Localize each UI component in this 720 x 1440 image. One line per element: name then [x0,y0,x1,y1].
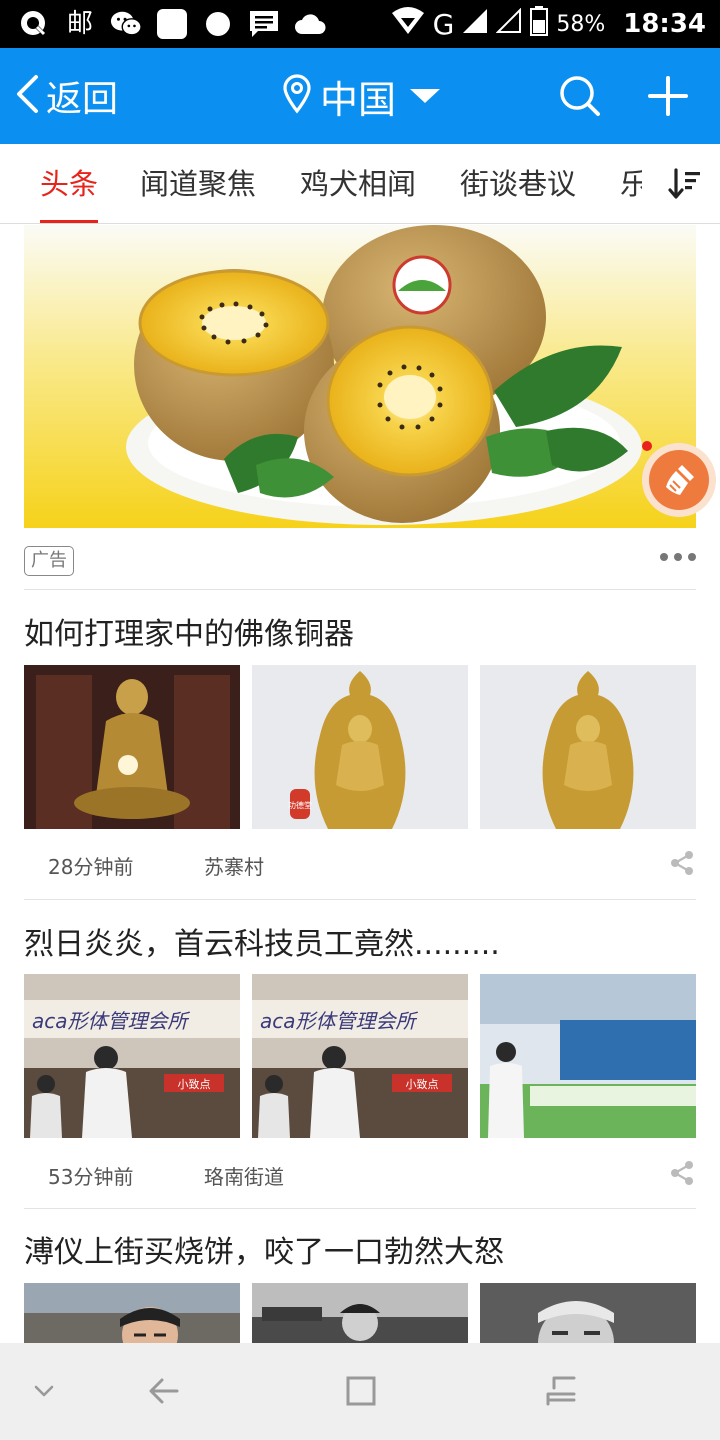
nav-back-button[interactable] [140,1367,188,1415]
q-app-icon [18,8,50,40]
kiwi-fruit-picture [24,225,696,528]
article-meta: 28分钟前 苏寨村 [24,843,696,883]
seal-text: 功德堂 [288,800,312,810]
sort-icon [668,168,700,199]
dot-icon [688,553,696,561]
hide-navbar-button[interactable] [20,1367,68,1415]
back-button[interactable]: 返回 [14,48,118,144]
chevron-left-icon [14,74,40,118]
tab-street-talk[interactable]: 街谈巷议 [460,144,576,223]
post-icon: 邮 [64,8,96,40]
ad-meta-row: 广告 [24,543,696,579]
share-button[interactable] [668,1159,696,1187]
article-source: 珞南街道 [204,1165,284,1189]
recents-icon [546,1376,576,1406]
system-navigation-bar [0,1343,720,1440]
article-thumbnails[interactable] [24,1283,696,1343]
shop-text: 小致点 [178,1077,211,1091]
dot-icon [674,553,682,561]
nav-home-button[interactable] [337,1367,385,1415]
nav-recents-button[interactable] [537,1367,585,1415]
broom-icon [649,450,709,510]
clean-floating-button[interactable] [642,443,716,517]
article-time: 53分钟前 [48,1165,134,1189]
clock: 18:34 [623,9,706,39]
tab-focus[interactable]: 闻道聚焦 [140,144,256,223]
article-time: 28分钟前 [48,855,134,879]
article-title[interactable]: 烈日炎炎，首云科技员工竟然......... [24,919,696,963]
caret-down-icon [410,89,441,103]
thumbnail-image[interactable] [24,1283,240,1343]
article-thumbnails[interactable]: aca形体管理会所小致点 aca形体管理会所小致点 [24,974,696,1138]
divider [24,1208,696,1209]
thumbnail-image[interactable] [252,1283,468,1343]
dot-icon [660,553,668,561]
status-notification-icons: 邮 [18,6,326,42]
article-title[interactable]: 溥仪上街买烧饼，咬了一口勃然大怒 [24,1227,696,1271]
post-icon-glyph: 邮 [66,9,93,39]
search-button[interactable] [556,72,604,120]
back-label: 返回 [46,79,119,120]
signal-icon [462,8,488,40]
add-button[interactable] [644,70,692,122]
article-thumbnails[interactable]: 功德堂 [24,665,696,829]
status-system-icons: G 58% 18:34 [391,0,706,48]
wechat-icon [110,8,142,40]
share-button[interactable] [668,849,696,877]
tab-partial[interactable]: 乐 [620,144,642,223]
status-bar: 邮 G 58% 18:34 [0,0,720,48]
battery-percent: 58% [556,11,606,37]
location-label: 中国 [320,77,397,122]
sort-tabs-button[interactable] [650,144,720,223]
battery-icon [530,6,549,42]
thumbnail-image[interactable]: 功德堂 [252,665,468,829]
share-icon [671,1161,693,1185]
chevron-down-icon [34,1385,54,1397]
location-selector[interactable]: 中国 [282,48,441,144]
sign-text: aca形体管理会所 [260,1009,419,1033]
divider [24,899,696,900]
ad-banner-image[interactable] [24,225,696,528]
news-feed[interactable]: 广告 如何打理家中的佛像铜器 功德堂 28分钟前 苏寨村 烈日炎炎，首云科技员工… [0,225,720,1343]
more-options-button[interactable] [660,553,696,561]
thumbnail-image[interactable] [480,665,696,829]
notification-dot [642,441,652,451]
app-bar: 返回 中国 [0,48,720,144]
tab-neighborhood[interactable]: 鸡犬相闻 [300,144,416,223]
tab-headlines[interactable]: 头条 [40,144,99,223]
thumbnail-image[interactable] [480,974,696,1138]
square-icon [346,1376,376,1406]
record-dot-icon [202,8,234,40]
sign-text: aca形体管理会所 [32,1009,191,1033]
thumbnail-image[interactable]: aca形体管理会所小致点 [24,974,240,1138]
wifi-icon [391,7,425,41]
article-meta: 53分钟前 珞南街道 [24,1153,696,1193]
location-pin-icon [282,74,312,118]
ad-tag: 广告 [24,546,74,576]
message-icon [248,8,280,40]
category-tabs: 头条 闻道聚焦 鸡犬相闻 街谈巷议 乐 [0,144,720,224]
arrow-left-icon [149,1378,179,1404]
article-source: 苏寨村 [204,855,264,879]
thumbnail-image[interactable]: aca形体管理会所小致点 [252,974,468,1138]
signal-empty-icon [495,7,522,40]
thumbnail-image[interactable] [24,665,240,829]
network-type: G [432,7,455,41]
tab-overflow[interactable]: 乐 [620,144,642,223]
app-square-icon [156,8,188,40]
thumbnail-image[interactable] [480,1283,696,1343]
search-icon [560,76,600,116]
cloud-icon [294,8,326,40]
share-icon [671,851,693,875]
divider [24,589,696,590]
article-title[interactable]: 如何打理家中的佛像铜器 [24,609,696,653]
shop-text: 小致点 [406,1077,439,1091]
plus-icon [648,76,688,116]
